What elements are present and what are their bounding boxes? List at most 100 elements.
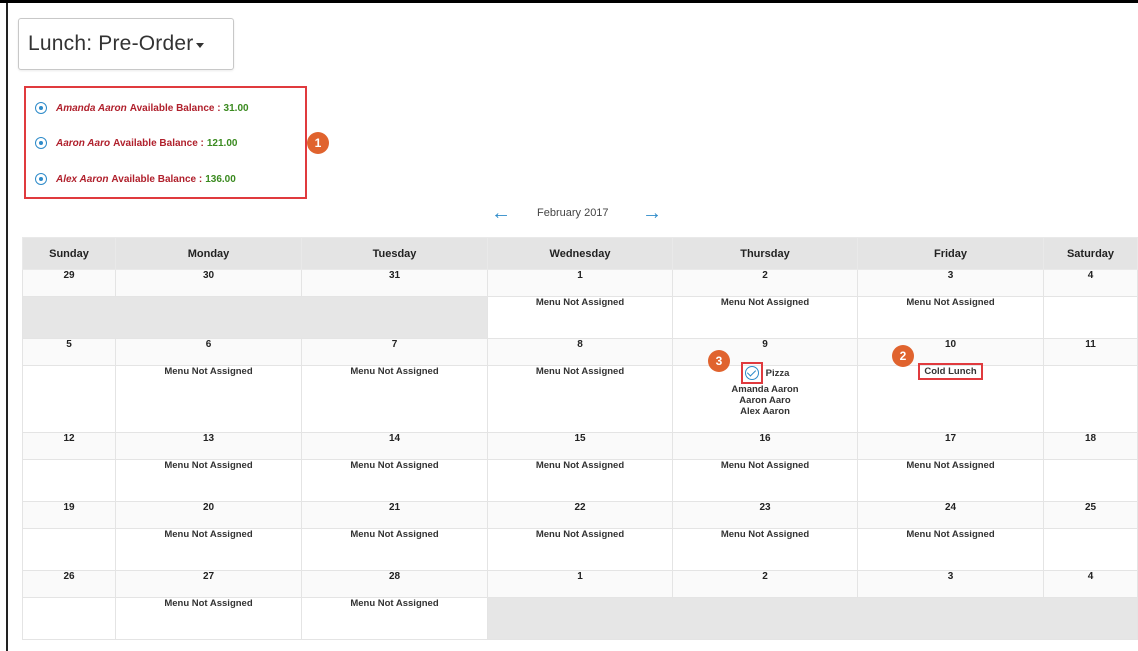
balance-label: Available Balance :	[129, 102, 221, 114]
menu-not-assigned: Menu Not Assigned	[301, 365, 488, 433]
week-menu-row: Menu Not Assigned Menu Not Assigned Menu…	[22, 296, 1138, 339]
day-number: 20	[115, 501, 302, 529]
menu-not-assigned: Menu Not Assigned	[115, 365, 302, 433]
day-number: 2	[672, 269, 858, 297]
day-number: 22	[487, 501, 673, 529]
empty-menu-cell	[1043, 296, 1138, 339]
empty-menu-cell	[1043, 365, 1138, 433]
student-name: Alex Aaron	[56, 173, 109, 185]
empty-menu-cell	[1043, 528, 1138, 571]
week-menu-row: Menu Not Assigned Menu Not Assigned	[22, 597, 1138, 640]
day-number: 23	[672, 501, 858, 529]
radio-selected-icon[interactable]	[35, 137, 47, 149]
day-number: 21	[301, 501, 488, 529]
day-number: 6	[115, 338, 302, 366]
day-number: 18	[1043, 432, 1138, 460]
radio-selected-icon[interactable]	[35, 173, 47, 185]
cold-lunch-cell: Cold Lunch	[857, 363, 1044, 433]
menu-not-assigned: Menu Not Assigned	[115, 528, 302, 571]
menu-item-cold-lunch[interactable]: Cold Lunch	[918, 363, 983, 380]
check-circle-icon	[744, 366, 759, 380]
week-menu-row: Menu Not Assigned Menu Not Assigned Menu…	[22, 362, 1138, 433]
ordered-student-name: Aaron Aaro	[739, 395, 791, 406]
balance-label: Available Balance :	[113, 137, 204, 149]
day-number: 27	[115, 570, 302, 598]
radio-selected-icon[interactable]	[35, 102, 47, 114]
weekday-header: Saturday	[1043, 237, 1138, 270]
menu-not-assigned: Menu Not Assigned	[115, 597, 302, 640]
out-of-month-cell	[487, 597, 1138, 640]
menu-not-assigned: Menu Not Assigned	[672, 528, 858, 571]
day-number: 25	[1043, 501, 1138, 529]
student-option[interactable]: Alex Aaron Available Balance : 136.00	[35, 170, 236, 188]
balance-amount: 136.00	[205, 173, 236, 185]
student-name: Aaron Aaro	[56, 137, 111, 149]
prev-month-arrow-icon[interactable]: ←	[490, 203, 512, 224]
menu-not-assigned: Menu Not Assigned	[487, 365, 673, 433]
student-name: Amanda Aaron	[56, 102, 127, 114]
empty-menu-cell	[1043, 459, 1138, 502]
meal-type-dropdown[interactable]: Lunch: Pre-Order	[18, 18, 234, 70]
balance-amount: 31.00	[223, 102, 249, 114]
menu-not-assigned: Menu Not Assigned	[857, 528, 1044, 571]
current-month-label: February 2017	[537, 207, 609, 219]
week-day-numbers: 26 27 28 1 2 3 4	[22, 570, 1138, 598]
day-number: 15	[487, 432, 673, 460]
empty-menu-cell	[22, 459, 116, 502]
callout-badge-2: 2	[892, 345, 914, 367]
menu-not-assigned: Menu Not Assigned	[115, 459, 302, 502]
order-selected-checkbox[interactable]	[740, 362, 763, 384]
day-number: 4	[1043, 269, 1138, 297]
week-day-numbers: 5 6 7 8 9 10 11	[22, 338, 1138, 366]
menu-not-assigned: Menu Not Assigned	[487, 296, 673, 339]
weekday-header: Sunday	[22, 237, 116, 270]
ordered-student-name: Alex Aaron	[740, 406, 790, 417]
day-number: 11	[1043, 338, 1138, 366]
day-number: 28	[301, 570, 488, 598]
week-day-numbers: 19 20 21 22 23 24 25	[22, 501, 1138, 529]
next-month-arrow-icon[interactable]: →	[641, 203, 663, 224]
menu-not-assigned: Menu Not Assigned	[857, 296, 1044, 339]
day-number: 3	[857, 269, 1044, 297]
day-number: 13	[115, 432, 302, 460]
out-of-month-cell	[22, 296, 488, 339]
day-number: 16	[672, 432, 858, 460]
day-number: 30	[115, 269, 302, 297]
empty-menu-cell	[22, 597, 116, 640]
student-option[interactable]: Aaron Aaro Available Balance : 121.00	[35, 134, 237, 152]
weekday-header-row: Sunday Monday Tuesday Wednesday Thursday…	[22, 237, 1138, 270]
menu-not-assigned: Menu Not Assigned	[301, 597, 488, 640]
student-balance-list: Amanda Aaron Available Balance : 31.00 A…	[24, 86, 307, 199]
weekday-header: Friday	[857, 237, 1044, 270]
day-number: 8	[487, 338, 673, 366]
day-number: 5	[22, 338, 116, 366]
callout-badge-1: 1	[307, 132, 329, 154]
menu-not-assigned: Menu Not Assigned	[301, 528, 488, 571]
student-option[interactable]: Amanda Aaron Available Balance : 31.00	[35, 99, 249, 117]
weekday-header: Thursday	[672, 237, 858, 270]
menu-not-assigned: Menu Not Assigned	[672, 459, 858, 502]
lunch-calendar: Sunday Monday Tuesday Wednesday Thursday…	[22, 237, 1138, 640]
day-number: 26	[22, 570, 116, 598]
day-number: 7	[301, 338, 488, 366]
day-number: 12	[22, 432, 116, 460]
pizza-order-cell: Pizza Amanda Aaron Aaron Aaro Alex Aaron	[672, 362, 858, 433]
menu-not-assigned: Menu Not Assigned	[857, 459, 1044, 502]
ordered-student-name: Amanda Aaron	[731, 384, 799, 395]
day-number: 24	[857, 501, 1044, 529]
day-number: 29	[22, 269, 116, 297]
menu-not-assigned: Menu Not Assigned	[487, 528, 673, 571]
day-number: 19	[22, 501, 116, 529]
window-top-border	[0, 0, 1138, 3]
day-number: 17	[857, 432, 1044, 460]
day-number: 2	[672, 570, 858, 598]
menu-item-pizza: Pizza	[765, 367, 790, 379]
empty-menu-cell	[22, 365, 116, 433]
week-day-numbers: 12 13 14 15 16 17 18	[22, 432, 1138, 460]
weekday-header: Wednesday	[487, 237, 673, 270]
day-number: 1	[487, 269, 673, 297]
weekday-header: Monday	[115, 237, 302, 270]
caret-down-icon	[196, 42, 205, 48]
week-day-numbers: 29 30 31 1 2 3 4	[22, 269, 1138, 297]
window-left-border	[6, 3, 8, 651]
